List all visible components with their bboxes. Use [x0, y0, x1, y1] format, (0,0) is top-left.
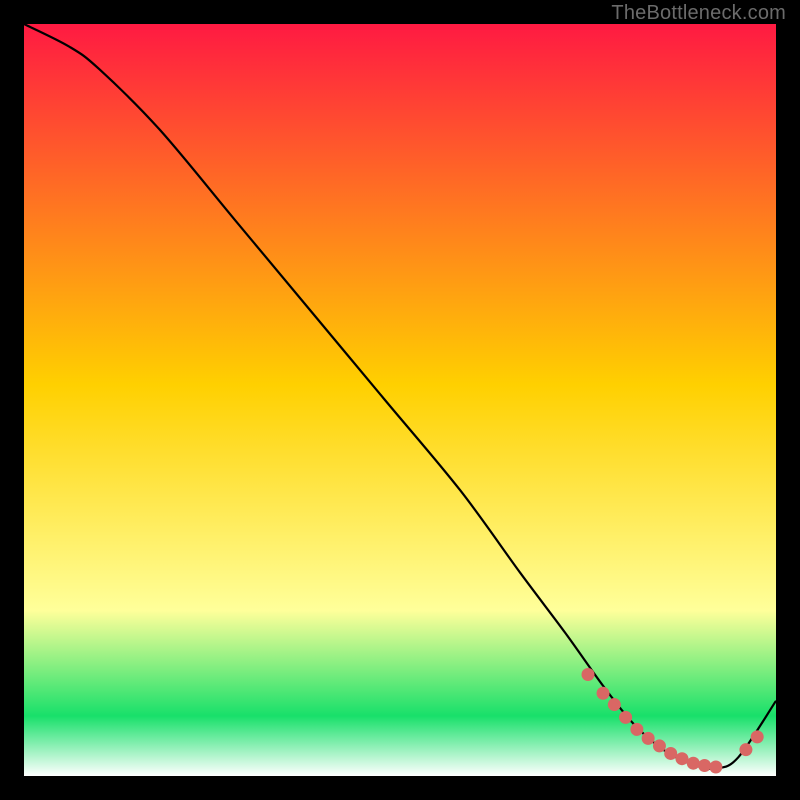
marker-point — [687, 757, 700, 770]
marker-point — [739, 743, 752, 756]
marker-point — [653, 739, 666, 752]
plot-area — [24, 24, 776, 776]
marker-point — [751, 730, 764, 743]
marker-point — [582, 668, 595, 681]
marker-point — [676, 752, 689, 765]
marker-point — [630, 723, 643, 736]
marker-point — [698, 759, 711, 772]
marker-point — [597, 687, 610, 700]
chart-svg — [24, 24, 776, 776]
marker-point — [664, 747, 677, 760]
marker-point — [642, 732, 655, 745]
watermark-text: TheBottleneck.com — [611, 2, 786, 25]
chart-frame: TheBottleneck.com — [0, 0, 800, 800]
marker-point — [619, 711, 632, 724]
marker-point — [709, 760, 722, 773]
gradient-background — [24, 24, 776, 776]
marker-point — [608, 698, 621, 711]
